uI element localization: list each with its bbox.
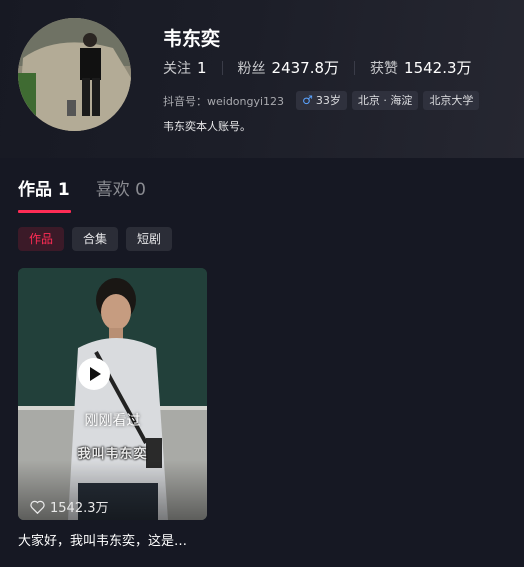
heart-icon [30, 500, 45, 514]
recently-watched-label: 刚刚看过 [84, 413, 141, 429]
filter-chips: 作品 合集 短剧 [18, 227, 180, 251]
filter-collections[interactable]: 合集 [72, 227, 119, 251]
video-description[interactable]: 大家好，我叫韦东奕，这是… [18, 530, 187, 549]
avatar[interactable] [18, 18, 131, 131]
filter-short-dramas[interactable]: 短剧 [126, 227, 173, 251]
video-subtitle: 我叫韦东奕 [77, 447, 148, 462]
profile-stats: 关注 1 粉丝 2437.8万 获赞 1542.3万 [163, 57, 472, 78]
content-tabs: 作品 1 喜欢 0 [18, 175, 172, 200]
play-icon[interactable] [78, 358, 110, 390]
age-label: 33岁 [315, 94, 341, 107]
tab-works[interactable]: 作品 1 [18, 175, 70, 200]
following-label[interactable]: 关注 [163, 58, 191, 78]
male-icon: ♂ [302, 93, 313, 107]
school-tag: 北京大学 [423, 91, 480, 110]
stat-divider [354, 60, 356, 75]
following-count[interactable]: 1 [197, 59, 207, 77]
video-likes: 1542.3万 [30, 497, 109, 516]
tab-likes[interactable]: 喜欢 0 [96, 175, 146, 200]
filter-works[interactable]: 作品 [18, 227, 65, 251]
douyin-id: 抖音号：weidongyi123 [163, 94, 285, 108]
likes-received-count: 1542.3万 [404, 59, 472, 77]
followers-count[interactable]: 2437.8万 [272, 57, 340, 78]
active-tab-indicator [18, 210, 71, 213]
profile-meta: 抖音号：weidongyi123 ♂ 33岁 北京 · 海淀 北京大学 [163, 91, 484, 110]
stat-divider [221, 60, 223, 75]
profile-name: 韦东奕 [163, 28, 221, 50]
location-tag: 北京 · 海淀 [351, 91, 419, 110]
profile-bio: 韦东奕本人账号。 [163, 120, 251, 133]
avatar-photo [18, 18, 131, 131]
video-likes-count: 1542.3万 [50, 501, 109, 516]
video-card[interactable] [18, 268, 207, 520]
age-tag: ♂ 33岁 [296, 91, 347, 110]
likes-received-label: 获赞 [370, 60, 399, 77]
followers-label[interactable]: 粉丝 [238, 58, 266, 78]
